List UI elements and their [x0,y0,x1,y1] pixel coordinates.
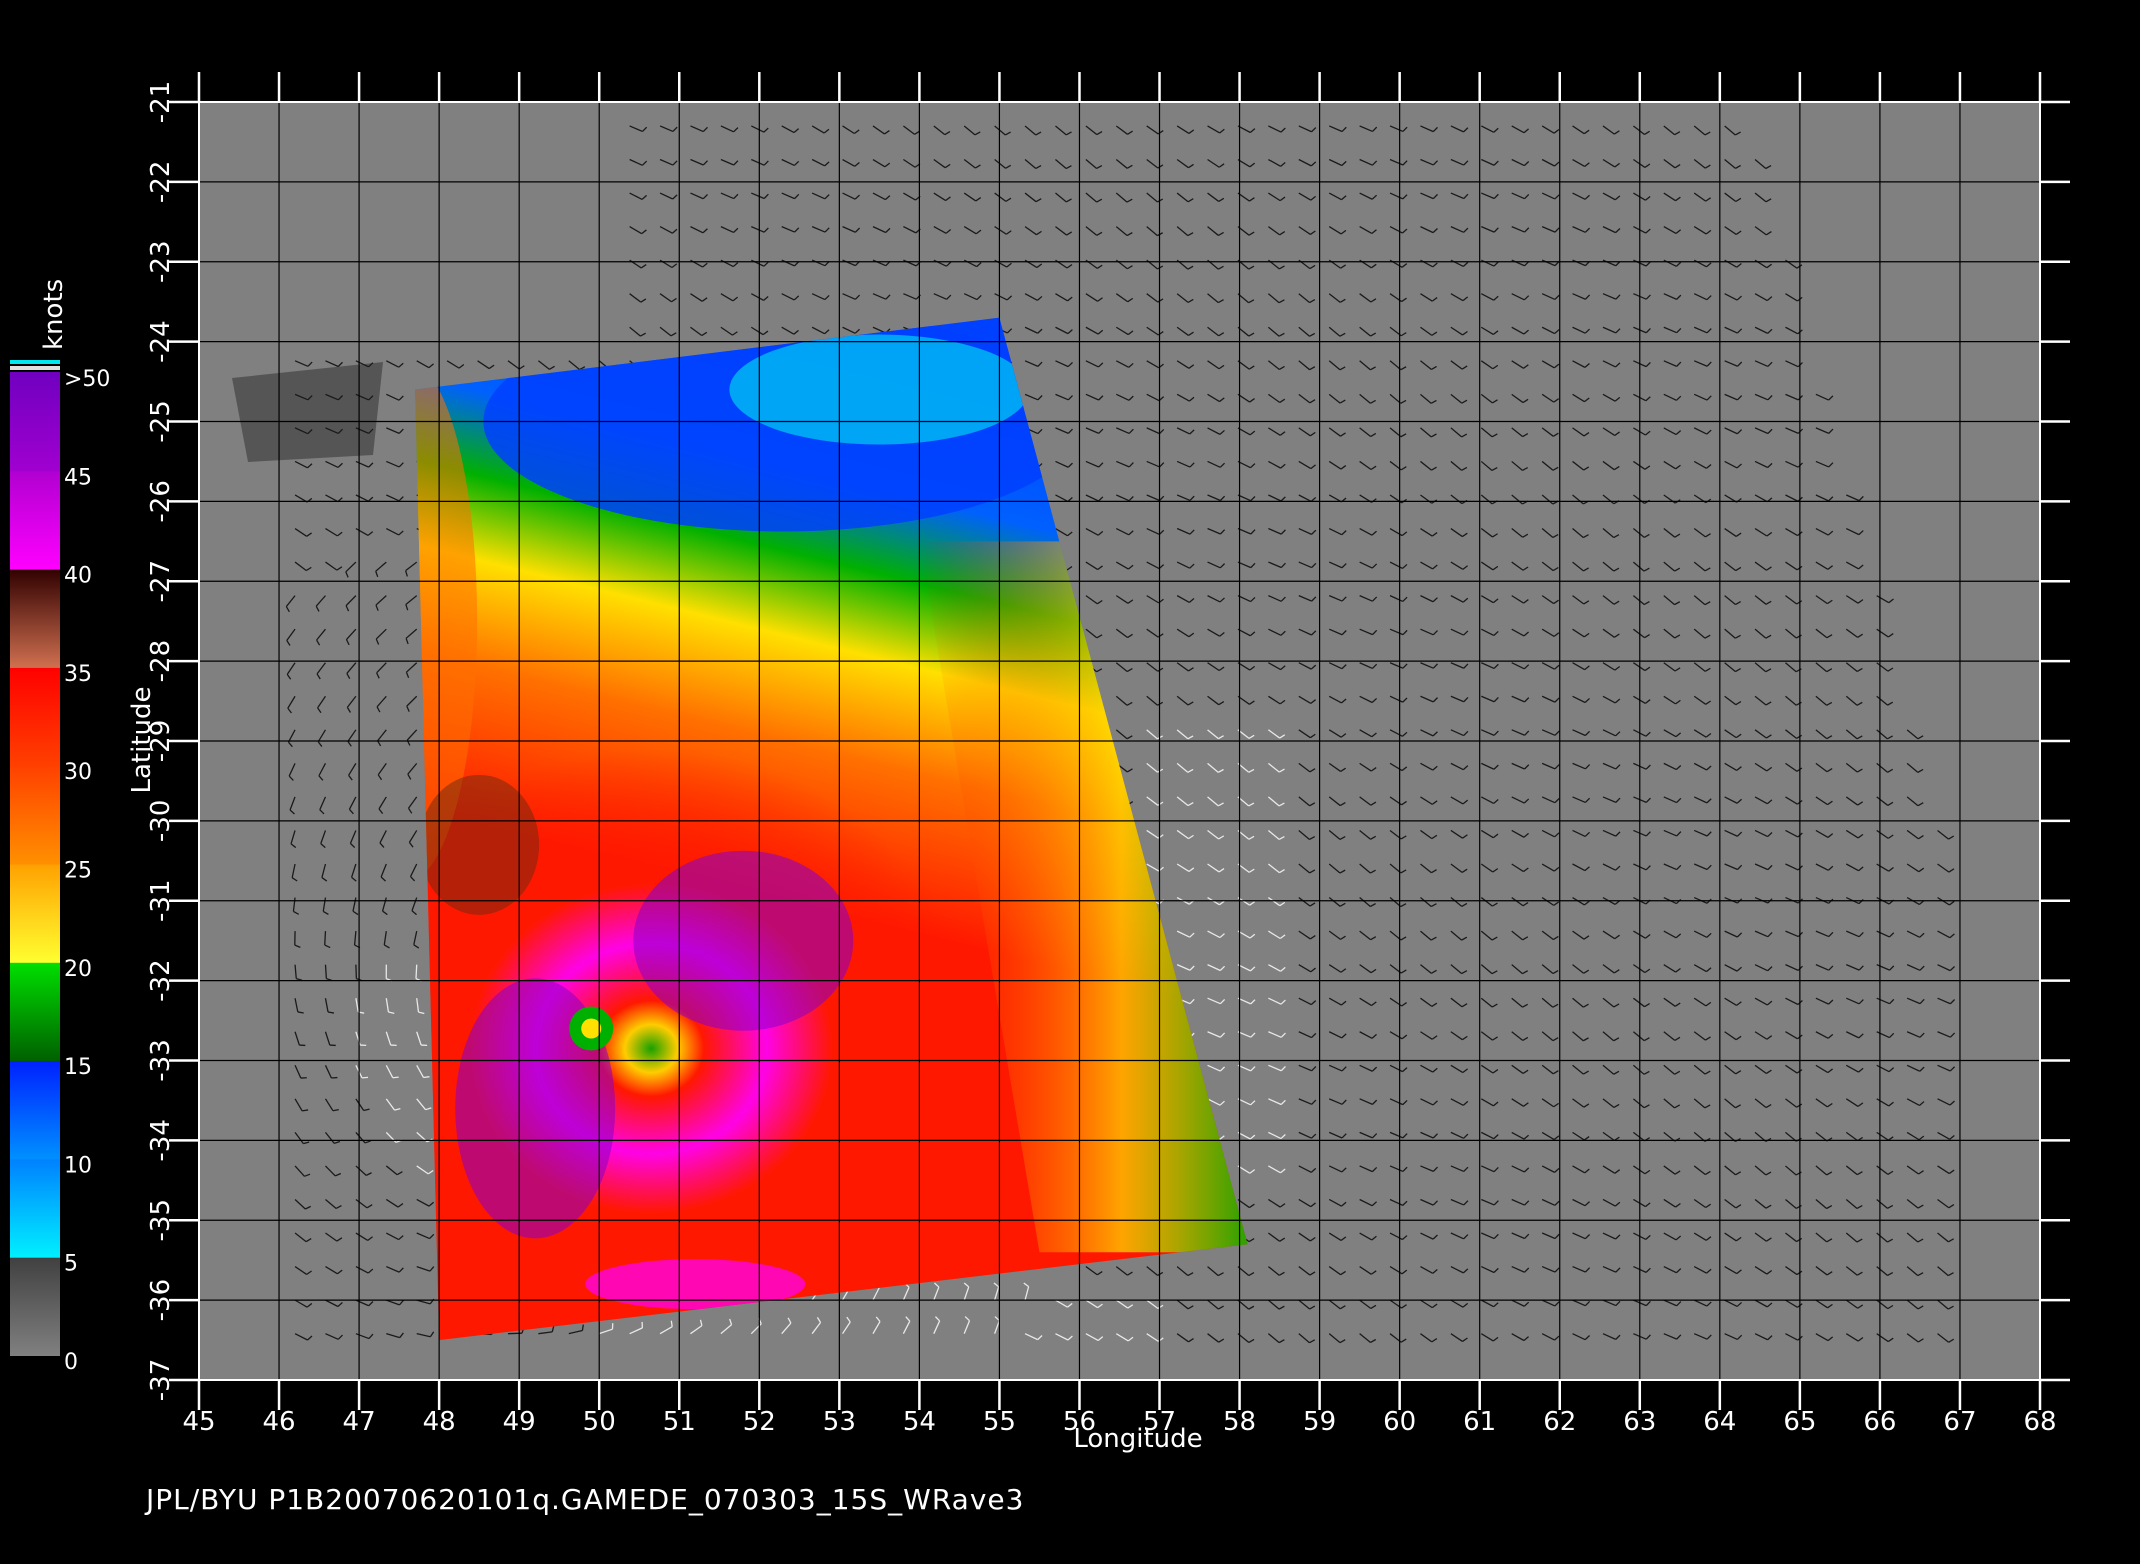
wind-patch [419,775,539,915]
wind-barb-flag [582,1325,583,1331]
x-tick-label: 61 [1463,1407,1496,1437]
x-tick-label: 64 [1703,1407,1736,1437]
colorbar-top-stripe [10,360,60,364]
colorbar-label: 10 [64,1153,92,1178]
x-tick-label: 55 [983,1407,1016,1437]
x-tick-label: 59 [1303,1407,1336,1437]
footer-caption: JPL/BYU P1B20070620101q.GAMEDE_070303_15… [146,1483,1024,1516]
y-tick-label: -24 [146,320,176,362]
dark-corner-patch [232,362,383,462]
x-tick-label: 58 [1223,1407,1256,1437]
wind-barb [325,931,326,945]
colorbar-segment [10,372,60,471]
y-tick-label: -27 [146,560,176,602]
colorbar-label: 40 [64,564,92,589]
colorbar-label: 20 [64,957,92,982]
x-tick-label: 45 [182,1407,215,1437]
wind-barb-flag [362,1077,368,1078]
x-tick-label: 52 [743,1407,776,1437]
y-tick-label: -33 [146,1039,176,1081]
calm-region-core [729,335,1029,445]
x-tick-label: 66 [1863,1407,1896,1437]
y-tick-label: -36 [146,1279,176,1321]
storm-eye-core [581,1019,601,1039]
colorbar-unit-label: knots [39,279,69,350]
x-tick-label: 68 [2023,1407,2056,1437]
y-tick-label: -37 [146,1359,176,1401]
colorbar-label: 35 [64,662,92,687]
x-tick-label: 47 [343,1407,376,1437]
colorbar-segment [10,470,60,569]
y-tick-label: -35 [146,1199,176,1241]
wind-barb-flag [671,1321,672,1327]
colorbar-top-stripe [10,366,60,370]
x-axis-label: Longitude [1073,1424,1202,1454]
x-tick-label: 49 [503,1407,536,1437]
colorbar-segment [10,962,60,1061]
colorbar-segment [10,1257,60,1356]
y-tick-label: -34 [146,1119,176,1161]
colorbar-label: 25 [64,859,92,884]
colorbar-segment [10,569,60,668]
y-tick-label: -32 [146,959,176,1001]
x-tick-label: 67 [1943,1407,1976,1437]
y-tick-label: -25 [146,400,176,442]
x-tick-label: 48 [423,1407,456,1437]
wind-barb-flag [424,1077,430,1078]
scatterometer-wind-map: 4546474849505152535455565758596061626364… [0,0,2140,1560]
colorbar-label: 45 [64,465,92,490]
colorbar-segment [10,864,60,963]
y-tick-label: -31 [146,880,176,922]
x-tick-label: 51 [663,1407,696,1437]
x-tick-label: 50 [583,1407,616,1437]
colorbar-label: 30 [64,760,92,785]
colorbar-segment [10,1158,60,1257]
colorbar: 0 5 10 15 20 25 30 35 40 45 >50 [10,360,110,1375]
y-tick-label: -21 [146,81,176,123]
wind-barb [416,965,417,979]
y-tick-label: -30 [146,800,176,842]
y-axis-label: Latitude [127,686,157,793]
y-tick-label: -23 [146,241,176,283]
colorbar-segment [10,1060,60,1159]
y-tick-label: -26 [146,480,176,522]
y-tick-label: -28 [146,640,176,682]
colorbar-label: 5 [64,1252,78,1277]
wind-max-east [633,851,853,1031]
wind-barb-flag [393,1077,399,1078]
x-tick-label: 46 [262,1407,295,1437]
x-tick-label: 65 [1783,1407,1816,1437]
x-tick-label: 62 [1543,1407,1576,1437]
x-tick-label: 63 [1623,1407,1656,1437]
colorbar-segment [10,765,60,864]
colorbar-label: >50 [64,367,110,392]
x-tick-label: 60 [1383,1407,1416,1437]
x-tick-label: 53 [823,1407,856,1437]
colorbar-label: 0 [64,1350,78,1375]
y-tick-label: -22 [146,161,176,203]
colorbar-segment [10,667,60,766]
colorbar-label: 15 [64,1055,92,1080]
wind-barb [325,965,326,979]
x-tick-label: 54 [903,1407,936,1437]
